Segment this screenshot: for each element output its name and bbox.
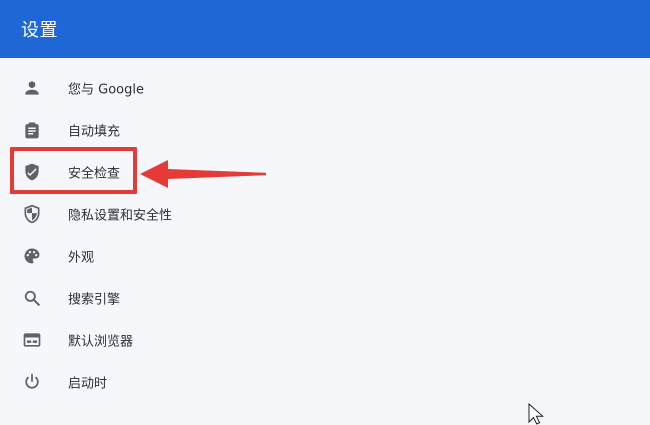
sidebar-item-on-startup[interactable]: 启动时	[0, 362, 260, 402]
sidebar-item-label: 默认浏览器	[68, 334, 134, 350]
shield-half-icon	[22, 204, 42, 224]
clipboard-icon	[22, 120, 42, 140]
app-header: 设置	[0, 0, 650, 58]
sidebar-item-privacy-and-security[interactable]: 隐私设置和安全性	[0, 194, 260, 234]
sidebar-item-appearance[interactable]: 外观	[0, 236, 260, 276]
sidebar-item-label: 安全检查	[68, 166, 121, 182]
power-icon	[22, 372, 42, 392]
sidebar-item-label: 外观	[68, 250, 95, 266]
sidebar-item-search-engine[interactable]: 搜索引擎	[0, 278, 260, 318]
sidebar-item-label: 搜索引擎	[68, 292, 121, 308]
page-title: 设置	[21, 20, 58, 41]
sidebar-item-label: 自动填充	[68, 124, 121, 140]
sidebar-item-autofill[interactable]: 自动填充	[0, 110, 260, 150]
sidebar-item-label: 启动时	[68, 376, 108, 392]
sidebar-item-default-browser[interactable]: 默认浏览器	[0, 320, 260, 360]
palette-icon	[22, 246, 42, 266]
browser-window-icon	[22, 330, 42, 350]
shield-check-icon	[22, 162, 42, 182]
search-icon	[22, 288, 42, 308]
person-icon	[22, 78, 42, 98]
sidebar-item-you-and-google[interactable]: 您与 Google	[0, 68, 260, 108]
sidebar-item-label: 隐私设置和安全性	[68, 208, 173, 224]
settings-sidebar: 您与 Google 自动填充 安全检查 隐私设置和安全性 外观 搜索引擎 默认浏…	[0, 58, 650, 424]
sidebar-item-label: 您与 Google	[68, 82, 144, 98]
sidebar-item-safety-check[interactable]: 安全检查	[0, 152, 260, 192]
